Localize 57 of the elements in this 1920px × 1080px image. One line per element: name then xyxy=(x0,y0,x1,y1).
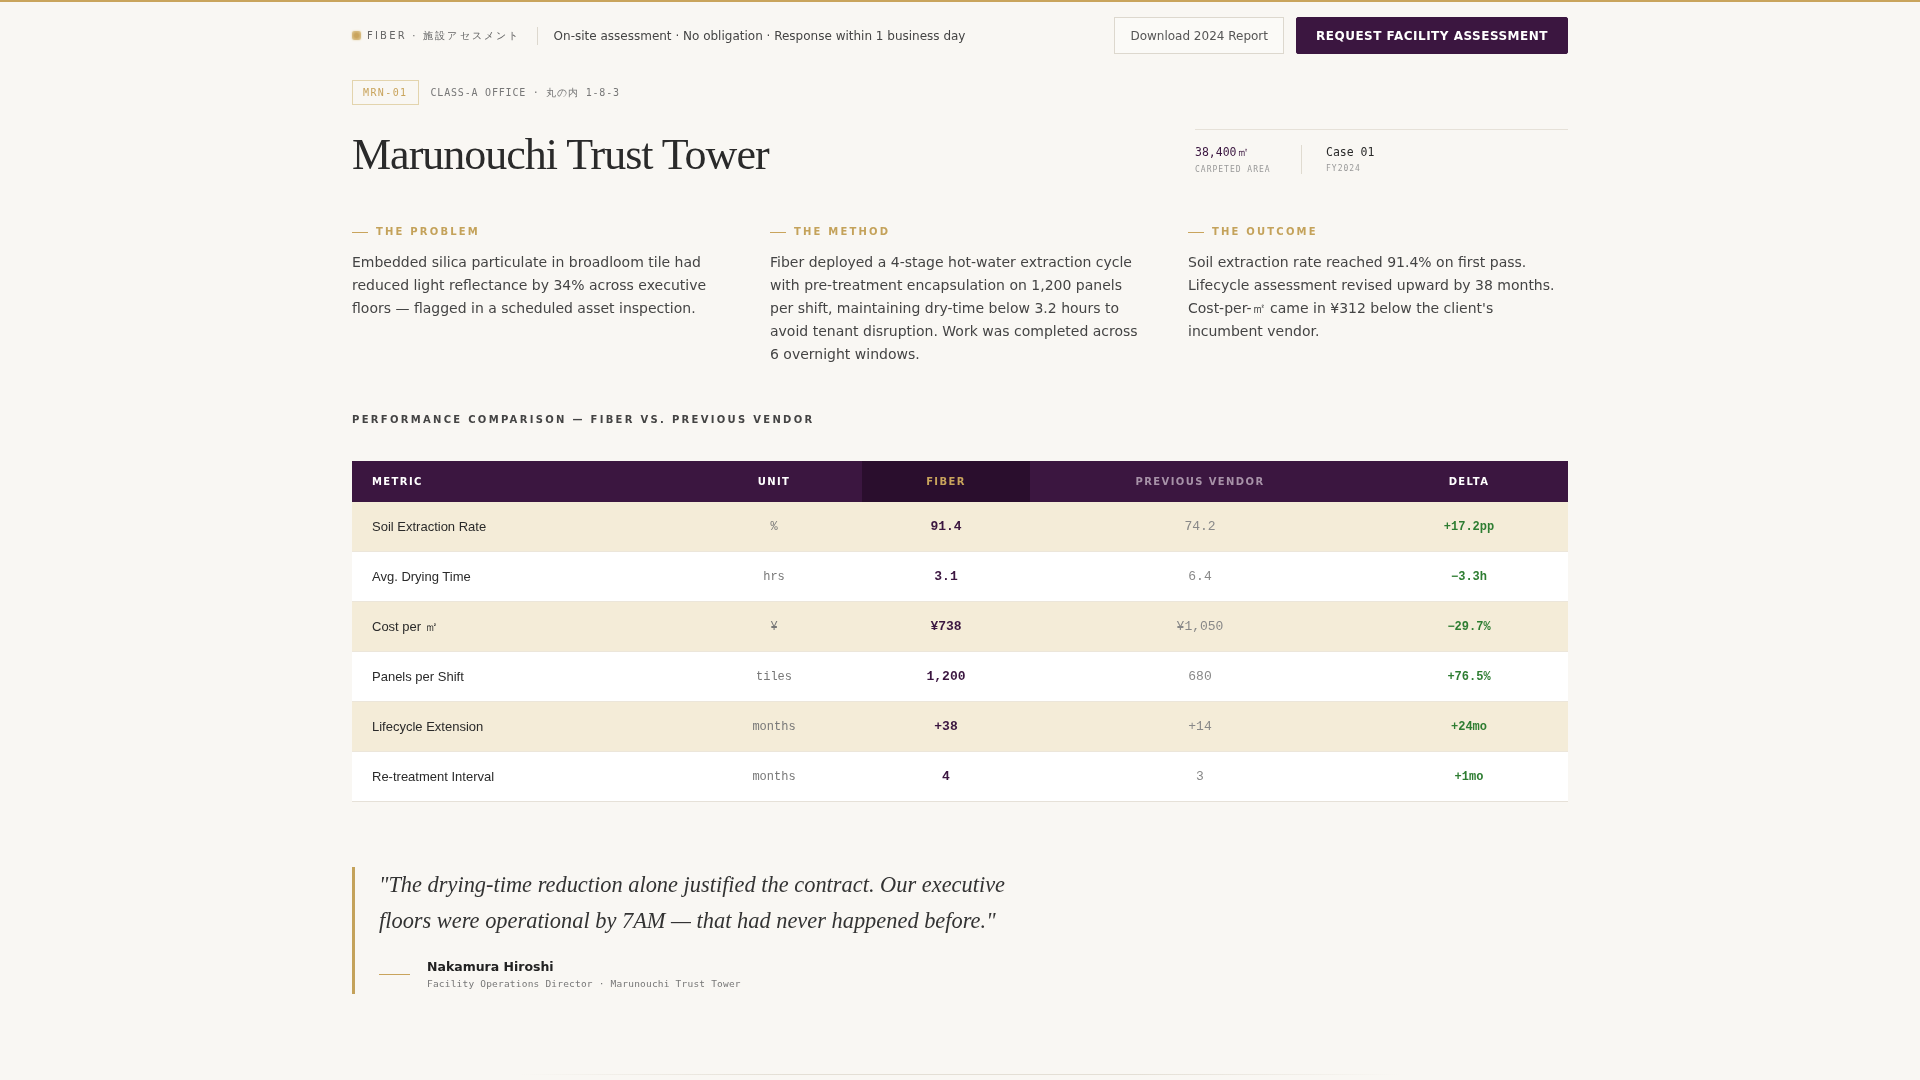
section-text: Soil extraction rate reached 91.4% on first pass. Lifecycle assessment revised upward by 38 months. Cost-per-㎡ came in ¥312 below the client's incumbent vendor. xyxy=(1188,253,1556,341)
table-cell-text: ¥738 xyxy=(929,618,963,636)
table-cell-text: Avg. Drying Time xyxy=(371,568,472,586)
table-cell-text: hrs xyxy=(762,568,786,586)
section-label: THE METHOD xyxy=(794,226,891,238)
table-cell-text: 3.1 xyxy=(933,568,959,586)
table-cell-text: +17.2pp xyxy=(1442,518,1496,536)
request-assessment-button[interactable]: REQUEST FACILITY ASSESSMENT xyxy=(1296,17,1568,54)
table-header-cell-text: METRIC xyxy=(371,475,424,489)
property-tag: MRN-01 xyxy=(352,80,419,105)
table-cell-text: −3.3h xyxy=(1450,568,1488,586)
author-name: Nakamura Hiroshi xyxy=(427,959,555,974)
quote-text: "The drying-time reduction alone justified the contract. Our executive floors were operational by 7AM — that had never happened before." xyxy=(379,871,1007,935)
table-cell-text: 4 xyxy=(941,768,951,786)
section-text: Embedded silica particulate in broadloom tile had reduced light reflectance by 34% across executive floors — flagged in a scheduled asset inspection. xyxy=(352,253,708,318)
table-cell-text: 91.4 xyxy=(929,518,963,536)
table-cell-text: Lifecycle Extension xyxy=(371,718,485,736)
table-cell-text: 74.2 xyxy=(1183,518,1217,536)
stat-label: CARPETED AREA xyxy=(1195,165,1272,174)
stat-value: Case 01 xyxy=(1326,145,1375,159)
table-cell-text: Panels per Shift xyxy=(371,668,465,686)
section-text: Fiber deployed a 4-stage hot-water extraction cycle with pre-treatment encapsulation on 1,200 panels per shift, maintaining dry-time below 3.2 hours to avoid tenant disruption. Work was completed across 6 overnight windows. xyxy=(770,253,1139,364)
table-header-cell: FIBER xyxy=(862,461,1030,502)
comparison-title: PERFORMANCE COMPARISON — FIBER VS. PREVIOUS VENDOR xyxy=(352,414,816,426)
building-title: Marunouchi Trust Tower xyxy=(352,129,769,179)
square-mark-icon xyxy=(352,31,361,40)
property-meta: CLASS-A OFFICE · 丸の内 1-8-3 xyxy=(430,85,620,100)
table-header-cell-text: DELTA xyxy=(1447,475,1491,489)
table-cell-text: 1,200 xyxy=(925,668,967,686)
table-cell-text: months xyxy=(751,768,797,786)
table-cell-text: +14 xyxy=(1187,718,1213,736)
table-cell-text: +1mo xyxy=(1453,768,1485,786)
table-cell-text: Soil Extraction Rate xyxy=(371,518,488,536)
stat-label: FY2024 xyxy=(1326,164,1362,173)
section-label: THE PROBLEM xyxy=(376,226,480,238)
table-cell-text: Cost per ㎡ xyxy=(371,617,439,636)
brand-label: FIBER · 施設アセスメント xyxy=(367,28,521,43)
section-label: THE OUTCOME xyxy=(1212,226,1318,238)
tagline-text: On-site assessment · No obligation · Response within 1 business day xyxy=(553,28,966,43)
table-cell-text: +38 xyxy=(933,718,959,736)
table-cell-text: ¥1,050 xyxy=(1175,618,1225,636)
table-cell-text: % xyxy=(769,518,779,536)
table-header-cell-text: PREVIOUS VENDOR xyxy=(1134,475,1266,489)
table-header-cell-text: UNIT xyxy=(756,475,792,489)
stat-value: 38,400㎡ xyxy=(1195,145,1250,160)
table-cell-text: 680 xyxy=(1187,668,1213,686)
table-cell-text: tiles xyxy=(755,668,793,686)
table-cell-text: +24mo xyxy=(1450,718,1488,736)
table-cell-text: months xyxy=(751,718,797,736)
table-cell-text: −29.7% xyxy=(1446,618,1492,636)
table-cell-text: Re-treatment Interval xyxy=(371,768,496,786)
table-cell-text: ¥ xyxy=(769,618,779,636)
table-cell-text: 3 xyxy=(1195,768,1205,786)
table-cell-text: +76.5% xyxy=(1446,668,1492,686)
report-download-button[interactable]: Download 2024 Report xyxy=(1114,17,1284,54)
author-role: Facility Operations Director · Marunouchi Trust Tower xyxy=(427,978,741,989)
table-cell-text: 6.4 xyxy=(1187,568,1213,586)
